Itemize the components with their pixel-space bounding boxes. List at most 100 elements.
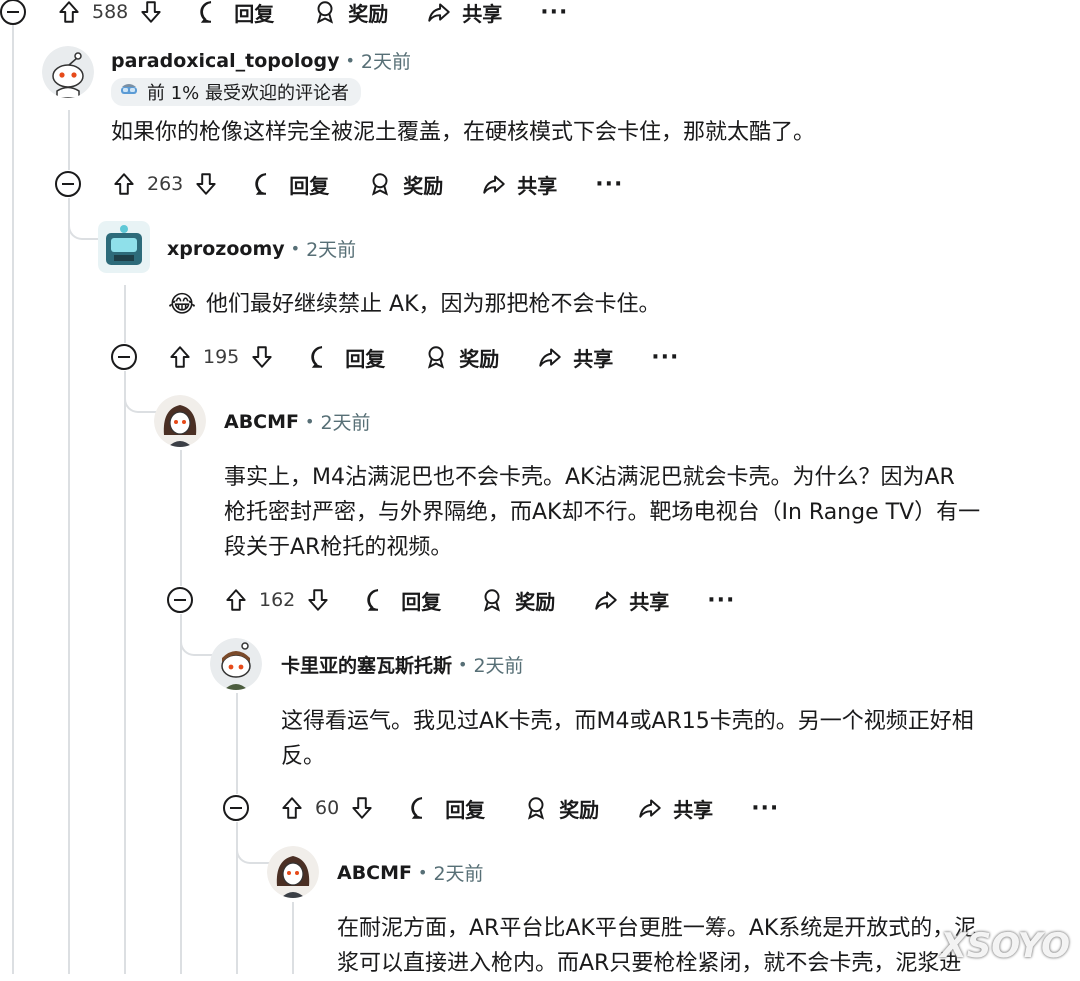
more-options-button[interactable]: ···: [540, 0, 568, 25]
downvote-icon[interactable]: [138, 0, 164, 25]
share-button[interactable]: 共享: [426, 0, 502, 27]
award-button[interactable]: 奖励: [367, 170, 443, 199]
avatar[interactable]: [42, 46, 94, 98]
comment-line: 浆可以直接进入枪内。而AR只要枪栓紧闭，就不会卡壳，泥浆进: [337, 951, 962, 976]
laughing-emoji-icon: 😂: [168, 290, 197, 318]
downvote-icon[interactable]: [305, 587, 331, 613]
avatar[interactable]: [267, 846, 319, 898]
thread-connector: [124, 371, 158, 413]
thread-line: [180, 450, 182, 586]
reply-label: 回复: [445, 797, 486, 822]
downvote-icon[interactable]: [349, 795, 375, 821]
share-button[interactable]: 共享: [637, 794, 713, 823]
comment-actions: 60 回复 奖励 共享 ···: [223, 788, 779, 828]
collapse-button[interactable]: [0, 0, 26, 25]
vote-group: 195: [167, 344, 275, 370]
reply-button[interactable]: 回复: [409, 794, 485, 823]
comment-body: 事实上，M4沾满泥巴也不会卡壳。AK沾满泥巴就会卡壳。为什么？因为AR 枪托密封…: [224, 460, 980, 565]
watermark-logo: XSOYO: [940, 926, 1070, 966]
upvote-icon[interactable]: [111, 171, 137, 197]
collapse-button[interactable]: [223, 795, 249, 821]
comment-line: 反。: [281, 744, 326, 769]
share-button[interactable]: 共享: [537, 343, 613, 372]
share-icon: [637, 795, 663, 821]
comment-meta: xprozoomy • 2天前: [167, 235, 356, 262]
author-name[interactable]: xprozoomy: [167, 238, 285, 260]
comment-actions: 588 回复 奖励 共享 ···: [0, 0, 568, 32]
timestamp[interactable]: 2天前: [473, 651, 523, 678]
flair-badge: 前 1% 最受欢迎的评论者: [111, 78, 361, 106]
comment-line: 在耐泥方面，AR平台比AK平台更胜一筹。AK系统是开放式的，泥: [337, 916, 977, 941]
vote-count: 162: [259, 589, 296, 611]
upvote-icon[interactable]: [56, 0, 82, 25]
meta-separator: •: [305, 412, 315, 431]
vote-group: 263: [111, 171, 219, 197]
more-options-button[interactable]: ···: [751, 796, 779, 821]
comment-meta: 卡里亚的塞瓦斯托斯 • 2天前: [281, 651, 524, 678]
author-name[interactable]: ABCMF: [337, 862, 412, 884]
award-button[interactable]: 奖励: [479, 586, 555, 615]
comment-line: 枪托密封严密，与外界隔绝，而AK却不行。靶场电视台（In Range TV）有一: [224, 500, 981, 525]
collapse-button[interactable]: [167, 587, 193, 613]
avatar[interactable]: [98, 221, 150, 273]
avatar[interactable]: [210, 638, 262, 690]
author-name[interactable]: paradoxical_topology: [111, 50, 339, 72]
reply-button[interactable]: 回复: [365, 586, 441, 615]
downvote-icon[interactable]: [249, 344, 275, 370]
more-options-button[interactable]: ···: [707, 588, 735, 613]
upvote-icon[interactable]: [167, 344, 193, 370]
thread-line: [180, 614, 182, 974]
share-button[interactable]: 共享: [593, 586, 669, 615]
timestamp[interactable]: 2天前: [433, 859, 483, 886]
comment-line: 这得看运气。我见过AK卡壳，而M4或AR15卡壳的。另一个视频正好相: [281, 709, 974, 734]
reply-button[interactable]: 回复: [309, 343, 385, 372]
comment-bubble-icon: [365, 587, 391, 613]
more-options-button[interactable]: ···: [651, 345, 679, 370]
reply-button[interactable]: 回复: [253, 170, 329, 199]
comment-line: 他们最好继续禁止 AK，因为那把枪不会卡住。: [206, 292, 661, 317]
collapse-button[interactable]: [111, 344, 137, 370]
comment-actions: 162 回复 奖励 共享 ···: [167, 580, 735, 620]
award-icon: [367, 171, 393, 197]
upvote-icon[interactable]: [279, 795, 305, 821]
collapse-button[interactable]: [55, 171, 81, 197]
share-icon: [593, 587, 619, 613]
award-button[interactable]: 奖励: [423, 343, 499, 372]
meta-separator: •: [418, 863, 428, 882]
share-label: 共享: [629, 589, 670, 614]
award-button[interactable]: 奖励: [312, 0, 388, 27]
downvote-icon[interactable]: [193, 171, 219, 197]
comment-line: 如果你的枪像这样完全被泥土覆盖，在硬核模式下会卡住，那就太酷了。: [111, 120, 816, 145]
author-name[interactable]: 卡里亚的塞瓦斯托斯: [281, 651, 452, 678]
more-options-button[interactable]: ···: [595, 172, 623, 197]
comment-meta: paradoxical_topology • 2天前: [111, 47, 411, 74]
comment-body: 😂 他们最好继续禁止 AK，因为那把枪不会卡住。: [168, 287, 661, 322]
share-icon: [481, 171, 507, 197]
reply-button[interactable]: 回复: [198, 0, 274, 27]
vote-count: 60: [315, 797, 340, 819]
timestamp[interactable]: 2天前: [361, 47, 411, 74]
comment-meta: ABCMF • 2天前: [224, 408, 371, 435]
share-label: 共享: [573, 346, 614, 371]
share-label: 共享: [517, 173, 558, 198]
thread-connector: [68, 198, 102, 240]
award-button[interactable]: 奖励: [523, 794, 599, 823]
award-icon: [312, 0, 338, 25]
flair-text: 前 1% 最受欢迎的评论者: [147, 83, 349, 104]
reply-label: 回复: [234, 1, 275, 26]
vote-group: 60: [279, 795, 375, 821]
thread-line: [12, 25, 14, 974]
award-icon: [479, 587, 505, 613]
comment-line: 事实上，M4沾满泥巴也不会卡壳。AK沾满泥巴就会卡壳。为什么？因为AR: [224, 465, 955, 490]
upvote-icon[interactable]: [223, 587, 249, 613]
award-label: 奖励: [515, 589, 556, 614]
avatar[interactable]: [154, 395, 206, 447]
timestamp[interactable]: 2天前: [306, 235, 356, 262]
share-button[interactable]: 共享: [481, 170, 557, 199]
thread-line: [124, 285, 126, 343]
timestamp[interactable]: 2天前: [320, 408, 370, 435]
author-name[interactable]: ABCMF: [224, 411, 299, 433]
reply-label: 回复: [401, 589, 442, 614]
comment-meta: ABCMF • 2天前: [337, 859, 484, 886]
award-label: 奖励: [459, 346, 500, 371]
